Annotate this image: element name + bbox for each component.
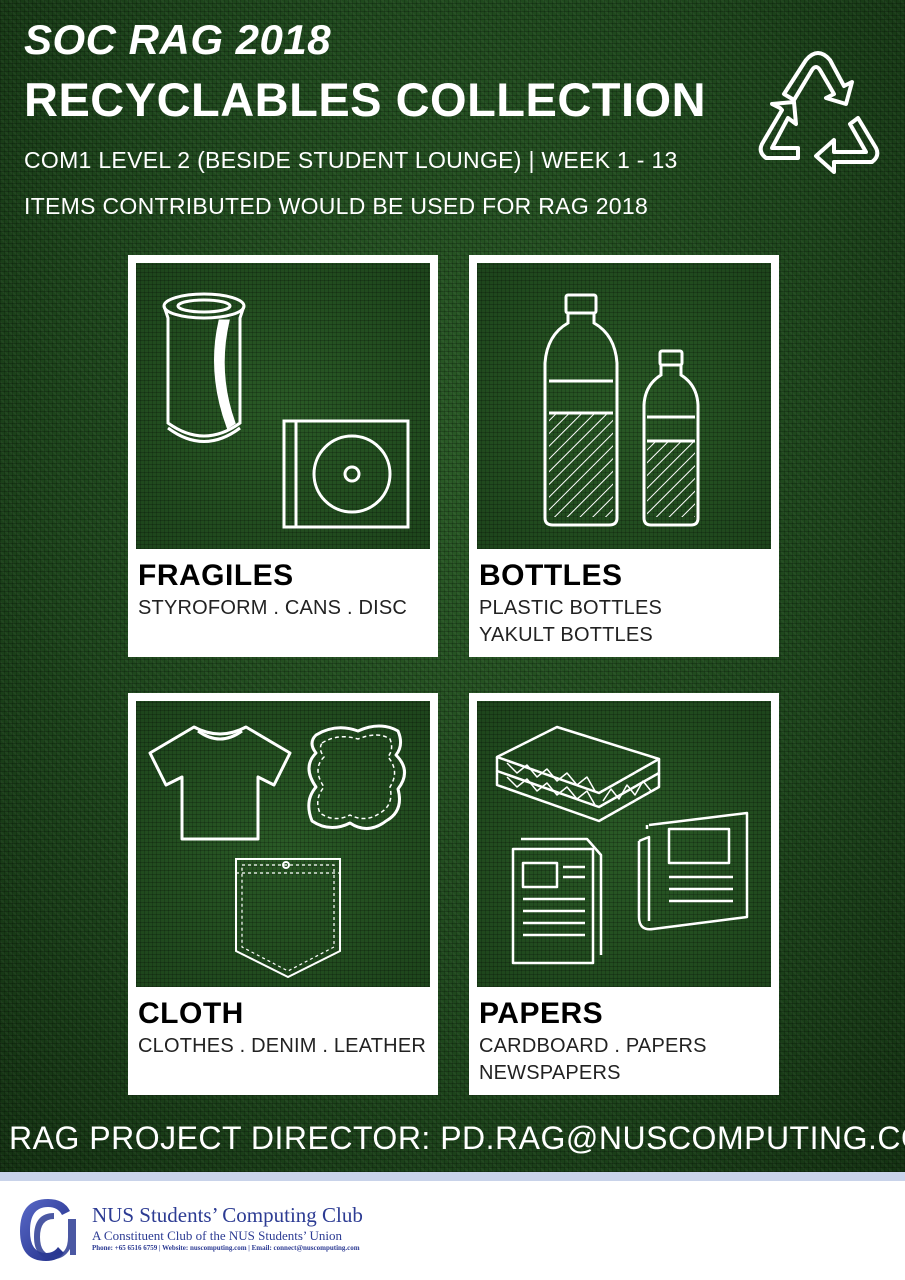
bottle-icon-small [642,349,700,527]
category-title: FRAGILES [138,559,294,592]
category-items: CARDBOARD . PAPERS [479,1035,707,1057]
category-items: PLASTIC BOTTLES [479,597,663,619]
category-card-papers: PAPERS CARDBOARD . PAPERS NEWSPAPERS [469,693,779,1095]
category-items-2: YAKULT BOTTLES [479,624,653,646]
cardboard-icon [495,725,661,823]
can-icon [162,292,246,443]
disc-icon [282,419,410,529]
category-items: STYROFORM . CANS . DISC [138,597,408,619]
footer-stripe [0,1172,905,1181]
category-items-2: NEWSPAPERS [479,1062,621,1084]
tshirt-icon [148,725,292,841]
recycle-icon [758,51,880,174]
footer: NUS Students’ Computing Club A Constitue… [0,1181,905,1280]
club-contact-info: Phone: +65 6516 6759 | Website: nuscompu… [92,1244,360,1252]
poster-background: SOC RAG 2018 RECYCLABLES COLLECTION COM1… [0,0,905,1172]
category-title: CLOTH [138,997,244,1030]
papers-illustration [477,701,771,987]
note-text: ITEMS CONTRIBUTED WOULD BE USED FOR RAG … [24,193,649,219]
category-card-cloth: CLOTH CLOTHES . DENIM . LEATHER [128,693,438,1095]
page-subtitle: RECYCLABLES COLLECTION [24,73,707,126]
category-card-fragiles: FRAGILES STYROFORM . CANS . DISC [128,255,438,657]
pocket-icon [235,858,341,979]
cloth-illustration [136,701,430,987]
category-title: BOTTLES [479,559,623,592]
newspaper-icon [637,811,749,931]
category-title: PAPERS [479,997,604,1030]
document-icon [511,837,603,965]
category-items: CLOTHES . DENIM . LEATHER [138,1035,427,1057]
bottle-icon [543,293,619,527]
location-text: COM1 LEVEL 2 (BESIDE STUDENT LOUNGE) | W… [24,147,678,173]
contact-email: RAG PROJECT DIRECTOR: PD.RAG@NUSCOMPUTIN… [9,1120,905,1156]
page-title: SOC RAG 2018 [24,16,332,63]
bottles-illustration [477,263,771,549]
leather-icon [307,724,406,830]
club-name: NUS Students’ Computing Club [92,1203,363,1227]
club-subtitle: A Constituent Club of the NUS Students’ … [92,1228,343,1243]
fragiles-illustration [136,263,430,549]
club-logo-icon [20,1199,76,1261]
category-card-bottles: BOTTLES PLASTIC BOTTLES YAKULT BOTTLES [469,255,779,657]
